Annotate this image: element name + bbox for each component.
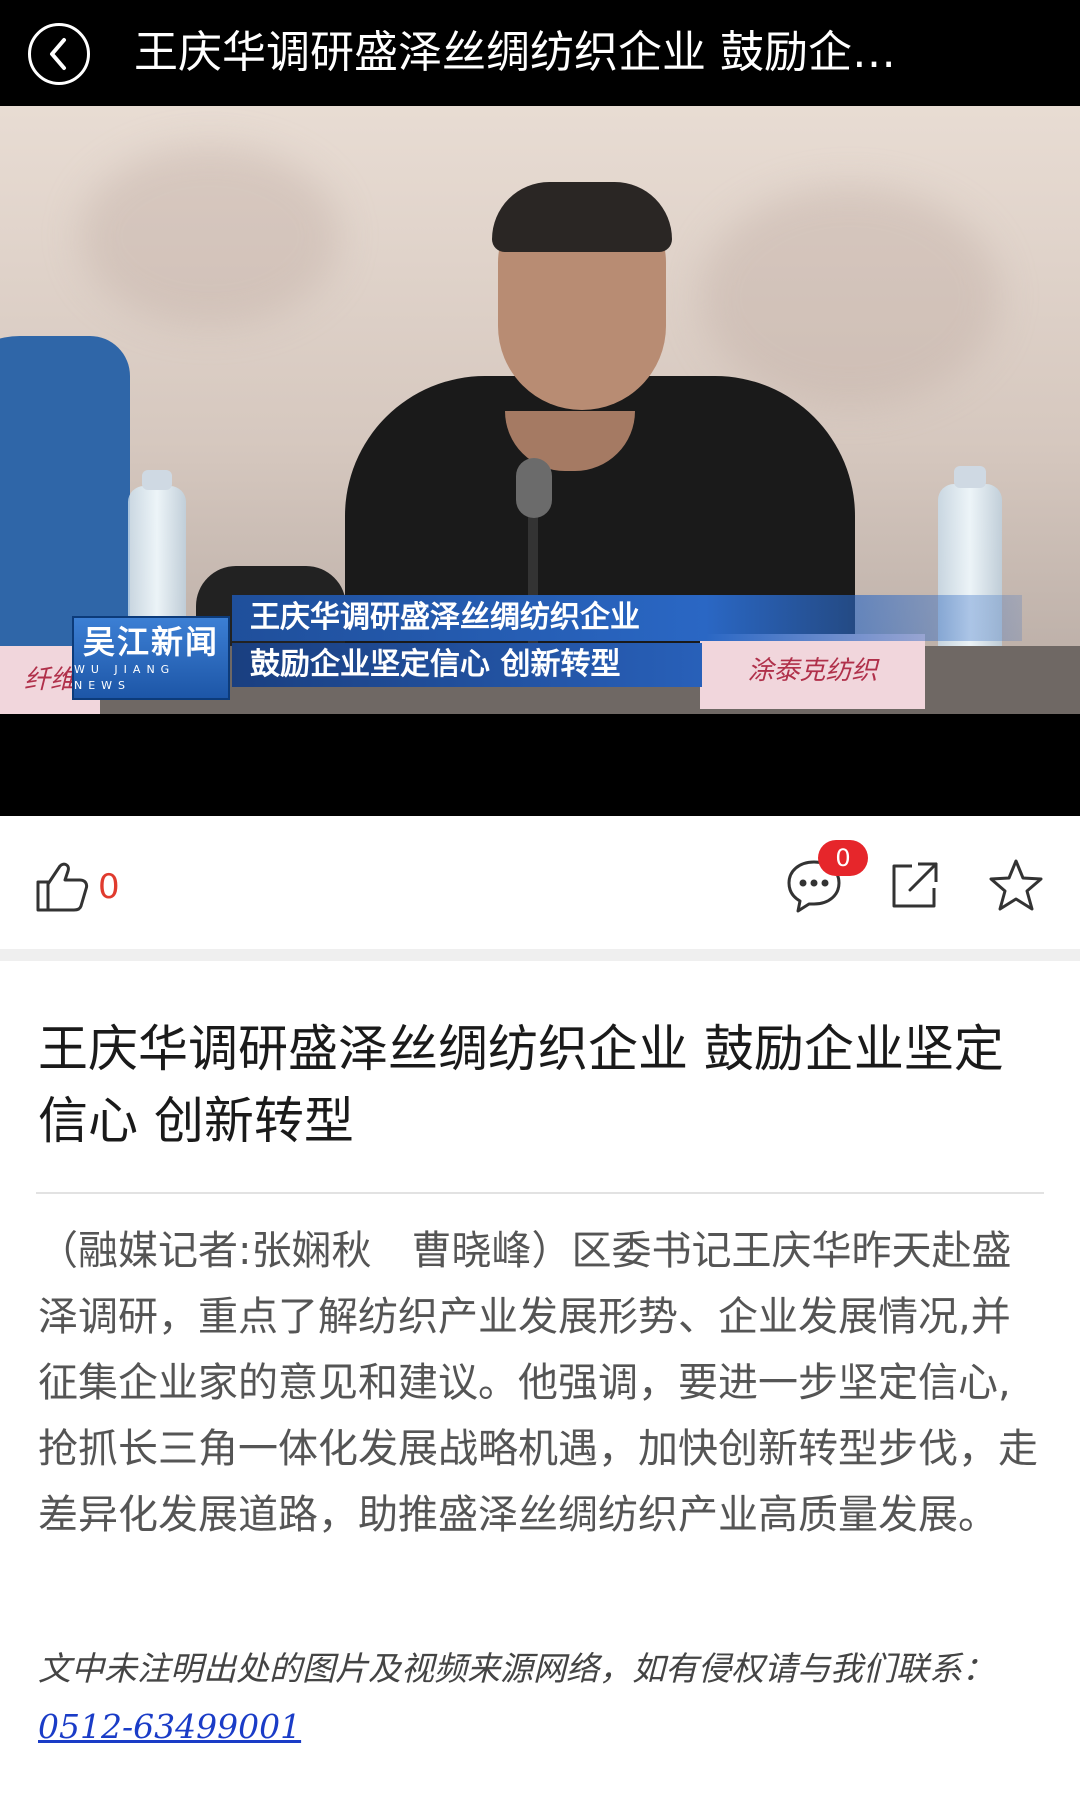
video-frame: 涂泰克纺织 纤维 吴江新闻 WU JIANG NEWS 王庆华调研盛泽丝绸纺织企…: [0, 106, 1080, 714]
caption-line-1: 王庆华调研盛泽丝绸纺织企业: [232, 595, 1022, 641]
share-external-icon: [892, 862, 938, 908]
channel-logo: 吴江新闻 WU JIANG NEWS: [72, 616, 230, 700]
star-icon: [989, 859, 1043, 911]
top-bar: 王庆华调研盛泽丝绸纺织企业 鼓励企…: [0, 0, 1080, 106]
chevron-left-icon: [50, 38, 66, 70]
disclaimer-text: 文中未注明出处的图片及视频来源网络，如有侵权请与我们联系：: [38, 1649, 995, 1688]
like-count: 0: [98, 867, 120, 907]
video-player[interactable]: 涂泰克纺织 纤维 吴江新闻 WU JIANG NEWS 王庆华调研盛泽丝绸纺织企…: [0, 106, 1080, 816]
thumbs-up-icon: [36, 862, 89, 912]
copyright-disclaimer: 文中未注明出处的图片及视频来源网络，如有侵权请与我们联系： 0512-634990…: [38, 1640, 1046, 1756]
caption-line-2: 鼓励企业坚定信心 创新转型: [232, 643, 702, 687]
share-button[interactable]: [886, 858, 942, 914]
contact-phone-link[interactable]: 0512-63499001: [38, 1707, 301, 1746]
comment-count-badge: 0: [818, 840, 868, 876]
like-button[interactable]: 0: [34, 860, 120, 914]
microphone: [516, 458, 552, 518]
header-title: 王庆华调研盛泽丝绸纺织企业 鼓励企…: [134, 27, 896, 78]
favorite-button[interactable]: [986, 856, 1046, 916]
divider: [36, 1192, 1044, 1194]
article-title: 王庆华调研盛泽丝绸纺织企业 鼓励企业坚定信心 创新转型: [38, 1020, 1004, 1150]
action-bar: 0 0: [0, 816, 1080, 961]
back-button[interactable]: [28, 23, 90, 85]
article-body: （融媒记者:张娴秋 曹晓峰）区委书记王庆华昨天赴盛泽调研，重点了解纺织产业发展形…: [38, 1228, 1038, 1538]
news-caption: 王庆华调研盛泽丝绸纺织企业 鼓励企业坚定信心 创新转型: [232, 595, 1022, 687]
